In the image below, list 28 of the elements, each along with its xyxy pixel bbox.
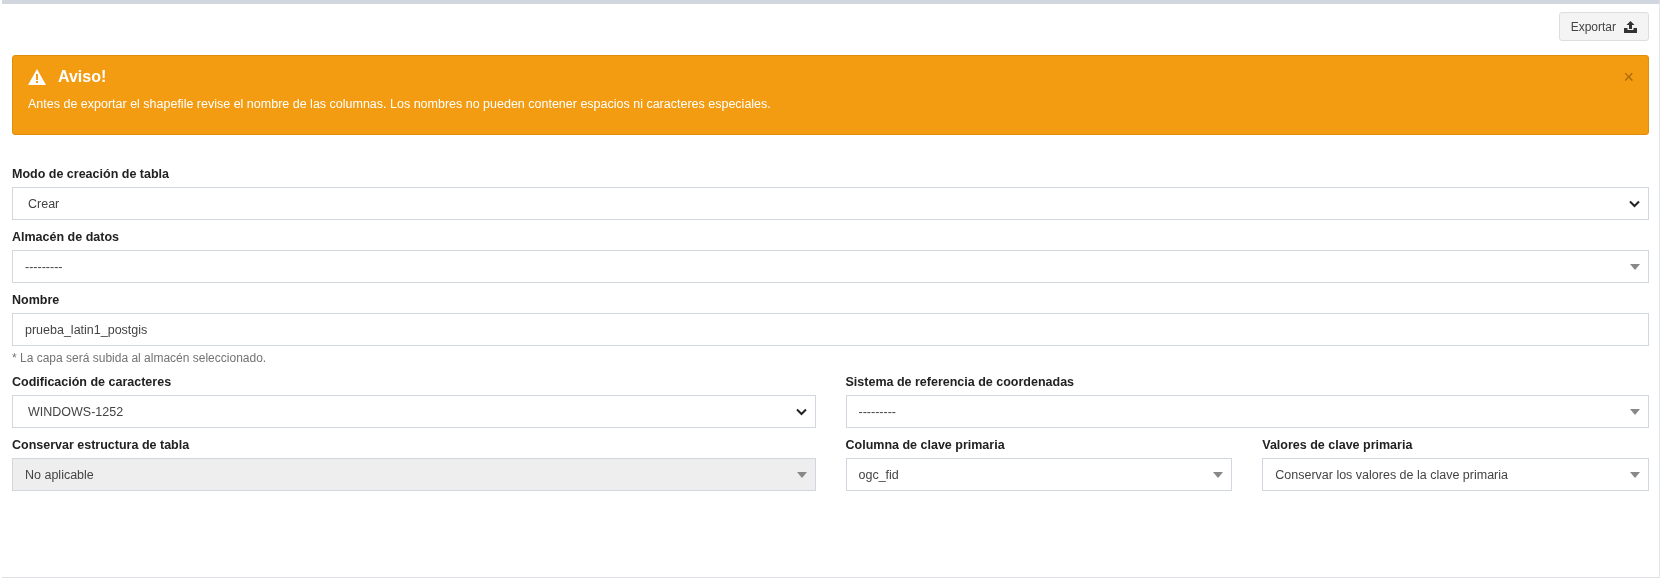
caret-down-icon (796, 471, 807, 478)
field-label: Conservar estructura de tabla (12, 438, 191, 452)
dropdown[interactable]: ogc_fid (845, 458, 1233, 491)
caret-down-icon (1630, 263, 1640, 270)
caret-down-icon (1630, 471, 1640, 478)
caret-down-icon (1213, 471, 1224, 478)
field-label: Nombre (12, 293, 61, 307)
dropdown[interactable]: WINDOWS-1252 (12, 395, 816, 428)
warning-icon (28, 69, 46, 85)
upload-icon (1624, 20, 1637, 33)
dropdown[interactable]: --------- (845, 395, 1649, 428)
field-label: Sistema de referencia de coordenadas (845, 375, 1076, 389)
field-label: Almacén de datos (12, 230, 120, 244)
field-label: Valores de clave primaria (1262, 438, 1414, 452)
caret-down-icon (1630, 408, 1640, 415)
chevron-down-icon (1629, 199, 1640, 208)
chevron-down-icon (795, 407, 807, 416)
field-label: Codificación de caracteres (12, 375, 173, 389)
help-text: * La capa será subida al almacén seleccionado. (12, 351, 268, 365)
field-label: Modo de creación de tabla (12, 167, 170, 181)
alert-message: Antes de exportar el shapefile revise el nombre de las columnas. Los nombres no pueden contener espacios ni caracteres especiales. (28, 97, 771, 111)
field-label: Columna de clave primaria (845, 438, 1006, 452)
alert-title: Aviso! (58, 68, 107, 86)
export-button[interactable]: Exportar (1558, 12, 1649, 41)
dropdown[interactable]: --------- (12, 250, 1649, 283)
dropdown[interactable]: Crear (12, 187, 1649, 220)
text-field[interactable]: prueba_latin1_postgis (12, 313, 1649, 346)
dropdown[interactable]: Conservar los valores de la clave primaria (1262, 458, 1649, 491)
